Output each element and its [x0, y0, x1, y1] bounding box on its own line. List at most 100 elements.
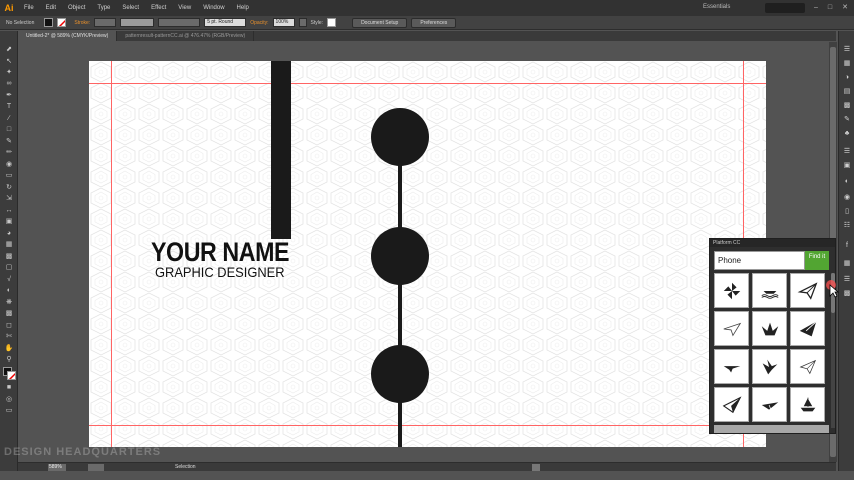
menu-help[interactable]: Help [231, 5, 255, 11]
direct-selection-tool-icon[interactable]: ↖ [4, 57, 14, 66]
stroke-weight-field[interactable] [94, 18, 117, 27]
workspace-switcher[interactable]: Essentials [703, 4, 730, 10]
stroke-label[interactable]: Stroke: [74, 20, 90, 26]
panel-title[interactable]: Platform CC [710, 239, 835, 247]
find-it-button[interactable]: Find it [805, 251, 829, 270]
icon-result[interactable] [790, 349, 825, 384]
search-stock-input[interactable] [765, 3, 805, 13]
artboard[interactable]: YOUR NAME GRAPHIC DESIGNER [89, 61, 766, 447]
selection-tool-icon[interactable]: ⬈ [4, 45, 14, 54]
variable-width-profile[interactable] [120, 18, 155, 27]
minimize-icon[interactable]: – [810, 2, 822, 14]
type-tool-icon[interactable]: T [4, 102, 14, 111]
zoom-level-field[interactable]: 589% [48, 464, 66, 471]
rotate-tool-icon[interactable]: ↻ [4, 183, 14, 192]
timeline-dot-2[interactable] [371, 227, 429, 285]
menu-effect[interactable]: Effect [145, 5, 172, 11]
slice-tool-icon[interactable]: ✄ [4, 332, 14, 341]
icon-result[interactable] [790, 387, 825, 422]
menu-select[interactable]: Select [116, 5, 145, 11]
mesh-tool-icon[interactable]: ▩ [4, 252, 14, 261]
icon-result[interactable] [714, 273, 749, 308]
document-setup-button[interactable]: Document Setup [352, 17, 408, 28]
icon-result[interactable] [752, 387, 787, 422]
opacity-label[interactable]: Opacity: [250, 20, 268, 26]
color-panel-icon[interactable]: ◑ [842, 73, 852, 82]
tab-untitled-2[interactable]: Untitled-2* @ 589% (CMYK/Preview) [18, 31, 118, 41]
blend-tool-icon[interactable]: ◐ [4, 286, 14, 295]
icon-result[interactable] [714, 387, 749, 422]
icon-result[interactable] [790, 273, 825, 308]
timeline-dot-1[interactable] [371, 108, 429, 166]
stroke-swatch[interactable] [57, 18, 67, 27]
scale-tool-icon[interactable]: ⇲ [4, 194, 14, 203]
pathfinder-panel-icon[interactable]: ☰ [842, 275, 852, 284]
gradient-tool-icon[interactable]: ▢ [4, 263, 14, 272]
preferences-button[interactable]: Preferences [411, 17, 457, 28]
line-tool-icon[interactable]: ∕ [4, 114, 14, 123]
paintbrush-tool-icon[interactable]: ✎ [4, 137, 14, 146]
menu-object[interactable]: Object [62, 5, 91, 11]
symbol-sprayer-tool-icon[interactable]: ❋ [4, 298, 14, 307]
pen-tool-icon[interactable]: ✒ [4, 91, 14, 100]
opacity-field[interactable]: 100% [272, 18, 295, 27]
graphic-style-swatch[interactable] [327, 18, 337, 27]
color-mode-icons[interactable]: ■ [4, 383, 14, 392]
close-icon[interactable]: ✕ [839, 2, 851, 14]
transparency-panel-icon[interactable]: ◐ [842, 177, 852, 186]
icon-result[interactable] [752, 311, 787, 346]
blob-brush-tool-icon[interactable]: ◉ [4, 160, 14, 169]
swatches-panel-icon[interactable]: ▩ [842, 101, 852, 110]
drawing-mode-icon[interactable]: ◎ [4, 395, 14, 404]
status-tool-text[interactable]: Selection [175, 463, 196, 472]
menu-window[interactable]: Window [197, 5, 230, 11]
brush-select[interactable]: 5 pt. Round [204, 18, 247, 27]
brushes-panel-icon[interactable]: ✎ [842, 115, 852, 124]
gradient-panel-icon[interactable]: ▣ [842, 161, 852, 170]
zoom-tool-icon[interactable]: ⚲ [4, 355, 14, 364]
icon-search-input[interactable]: Phone [714, 251, 805, 270]
icon-result[interactable] [752, 349, 787, 384]
menu-type[interactable]: Type [91, 5, 116, 11]
magic-wand-tool-icon[interactable]: ✦ [4, 68, 14, 77]
fill-swatch[interactable] [44, 18, 54, 27]
menu-edit[interactable]: Edit [40, 5, 62, 11]
libraries-panel-icon[interactable]: ▦ [842, 59, 852, 68]
layers-panel-icon[interactable]: ☰ [842, 45, 852, 54]
hand-tool-icon[interactable]: ✋ [4, 344, 14, 353]
horizontal-scroll-thumb[interactable] [532, 464, 540, 471]
menu-file[interactable]: File [18, 5, 40, 11]
shape-builder-tool-icon[interactable]: ◕ [4, 229, 14, 238]
icon-result[interactable] [752, 273, 787, 308]
tab-pattern-result[interactable]: patternresult-patternCC.ai @ 476.47% (RG… [117, 31, 255, 41]
stroke-color-box[interactable] [7, 371, 16, 380]
menu-view[interactable]: View [172, 5, 197, 11]
brush-definition-field[interactable] [158, 18, 201, 27]
free-transform-tool-icon[interactable]: ▣ [4, 217, 14, 226]
icon-result[interactable] [790, 311, 825, 346]
your-name-text[interactable]: YOUR NAME [151, 238, 289, 266]
artboard-tool-icon[interactable]: ◻ [4, 321, 14, 330]
character-panel-icon[interactable]: f [842, 241, 852, 250]
symbols-panel-icon[interactable]: ♣ [842, 129, 852, 138]
graphic-designer-text[interactable]: GRAPHIC DESIGNER [155, 265, 285, 280]
maximize-icon[interactable]: □ [824, 2, 836, 14]
graphic-styles-panel-icon[interactable]: ▯ [842, 207, 852, 216]
perspective-grid-tool-icon[interactable]: ▦ [4, 240, 14, 249]
rectangle-tool-icon[interactable]: □ [4, 125, 14, 134]
color-guide-panel-icon[interactable]: ▤ [842, 87, 852, 96]
timeline-dot-3[interactable] [371, 345, 429, 403]
artboards-panel-icon[interactable]: ▩ [842, 289, 852, 298]
pencil-tool-icon[interactable]: ✏ [4, 148, 14, 157]
opacity-arrow[interactable] [298, 18, 307, 27]
artboard-navigation-field[interactable] [88, 464, 104, 471]
width-tool-icon[interactable]: ↔ [4, 206, 14, 215]
stroke-panel-icon[interactable]: ☰ [842, 147, 852, 156]
icon-result[interactable] [714, 311, 749, 346]
eyedropper-tool-icon[interactable]: √ [4, 275, 14, 284]
screen-mode-icon[interactable]: ▭ [4, 406, 14, 415]
align-panel-icon[interactable]: ☷ [842, 221, 852, 230]
lasso-tool-icon[interactable]: ∞ [4, 79, 14, 88]
appearance-panel-icon[interactable]: ◉ [842, 193, 852, 202]
app-logo[interactable]: Ai [0, 0, 18, 16]
